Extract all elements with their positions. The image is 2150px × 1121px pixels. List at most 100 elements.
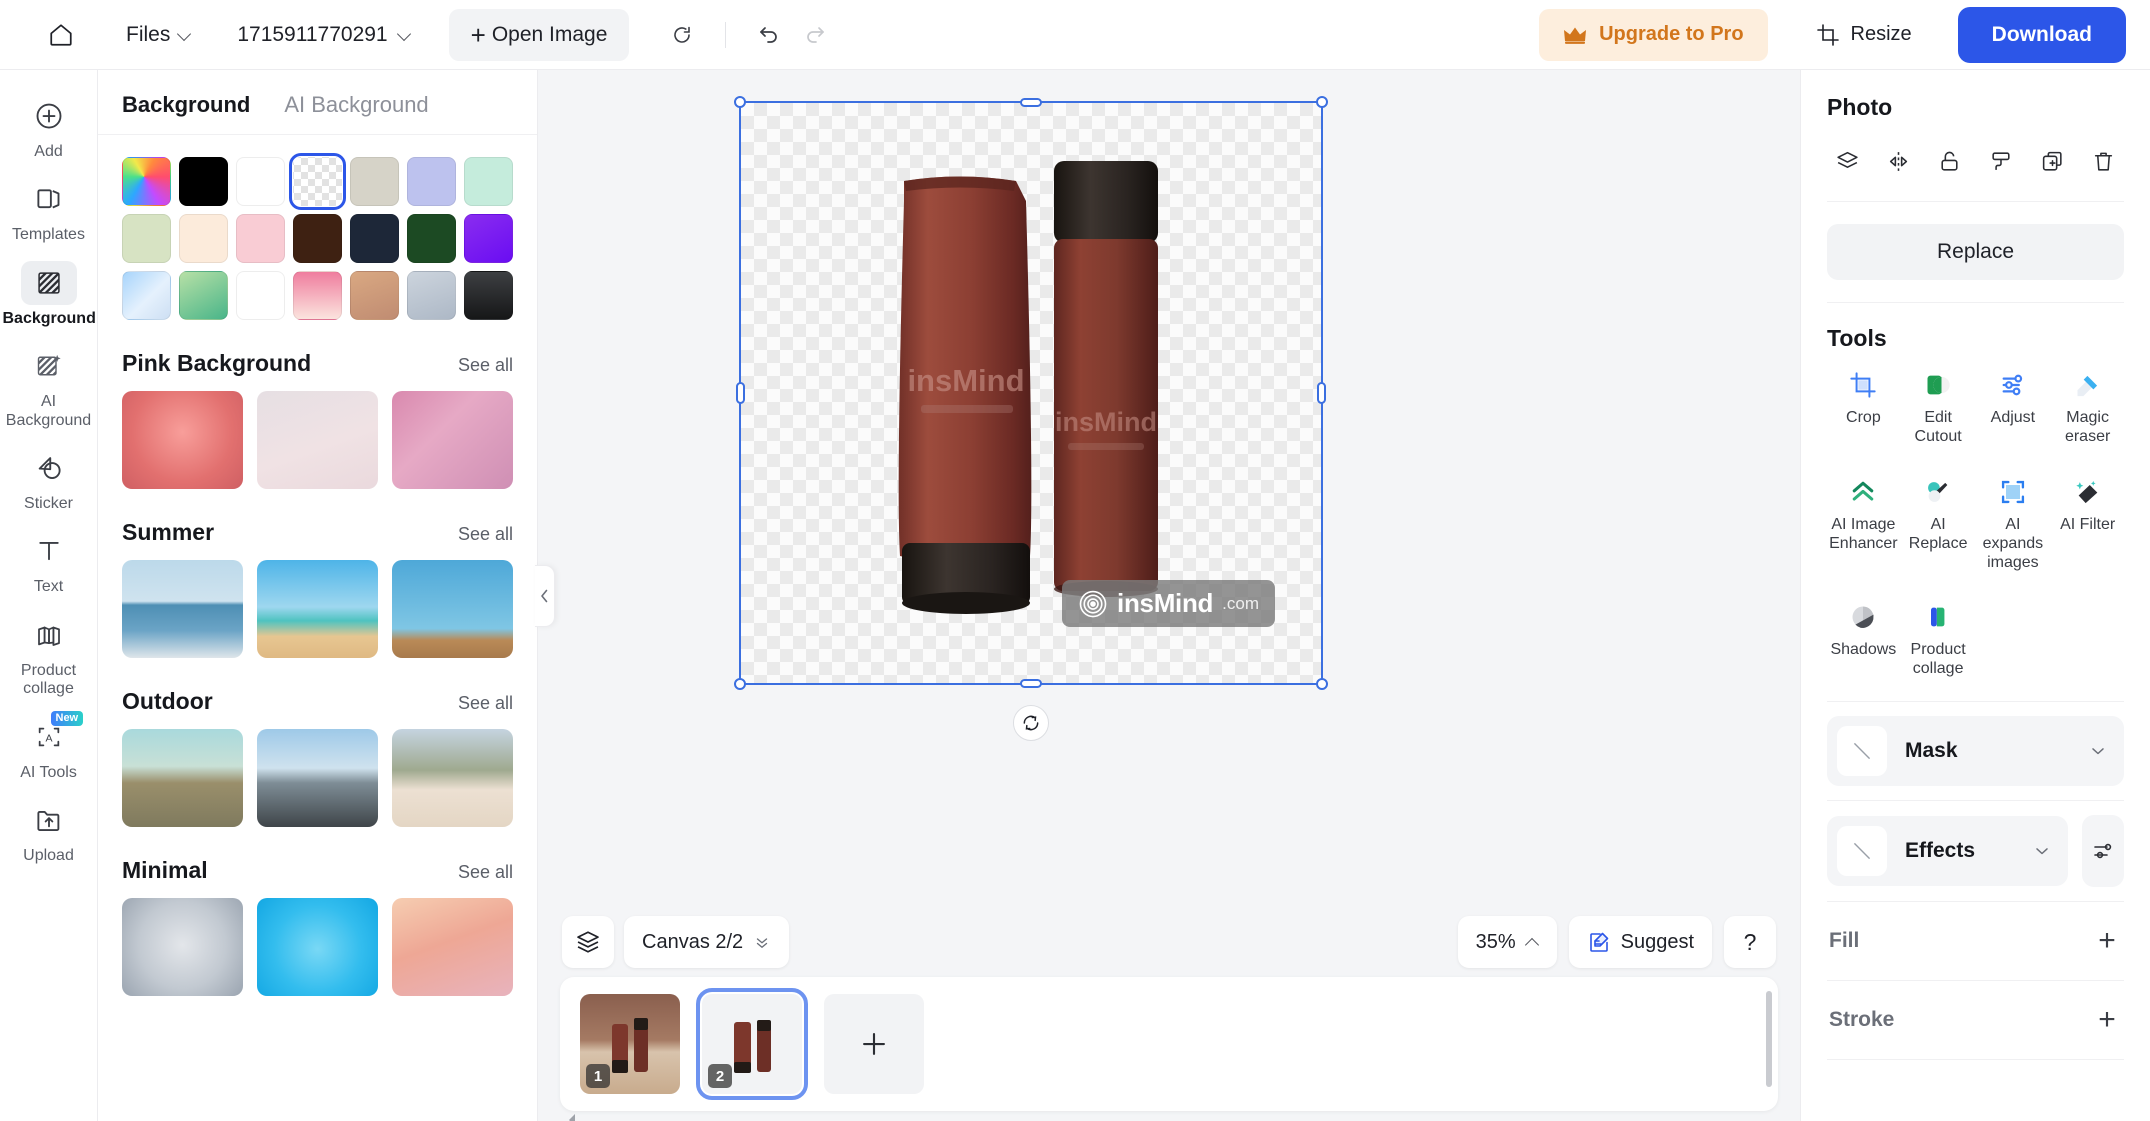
sidebar-item-ai-tools[interactable]: A New AI Tools: [3, 709, 95, 790]
background-thumbnail-mountain-wood-table[interactable]: [392, 729, 513, 827]
page-thumbnail-1[interactable]: 1: [580, 994, 680, 1094]
see-all-link[interactable]: See all: [458, 862, 513, 883]
color-swatch-mint[interactable]: [464, 157, 513, 206]
color-swatch-transparent[interactable]: [289, 153, 346, 210]
refresh-icon[interactable]: [659, 12, 705, 58]
background-thumbnail-cyan-radial[interactable]: [257, 898, 378, 996]
background-thumbnail-pink-flower-wall[interactable]: [257, 391, 378, 489]
tool-edit-cutout[interactable]: Edit Cutout: [1902, 358, 1975, 457]
zoom-control[interactable]: 35%: [1457, 916, 1557, 968]
see-all-link[interactable]: See all: [458, 693, 513, 714]
color-swatch-charcoal-gradient[interactable]: [464, 271, 513, 320]
color-swatch-dark-brown[interactable]: [293, 214, 342, 263]
document-name-menu[interactable]: 1715911770291: [237, 23, 410, 47]
color-swatch-sage[interactable]: [122, 214, 171, 263]
replace-button[interactable]: Replace: [1827, 224, 2124, 280]
duplicate-icon[interactable]: [2035, 143, 2071, 179]
color-swatch-pink[interactable]: [236, 214, 285, 263]
color-swatch-black[interactable]: [179, 157, 228, 206]
tab-background[interactable]: Background: [122, 92, 250, 118]
tool-ai-filter[interactable]: AI Filter: [2051, 465, 2124, 583]
add-stroke-button[interactable]: +: [2092, 1005, 2122, 1035]
tab-ai-background[interactable]: AI Background: [284, 92, 428, 118]
tool-ai-replace[interactable]: AI Replace: [1902, 465, 1975, 583]
suggest-button[interactable]: Suggest: [1568, 916, 1712, 968]
color-swatch-rainbow-gradient[interactable]: [122, 157, 171, 206]
flip-icon[interactable]: [1880, 143, 1916, 179]
background-thumbnail-desert-road[interactable]: [122, 729, 243, 827]
see-all-link[interactable]: See all: [458, 355, 513, 376]
color-swatch-silver-gradient[interactable]: [407, 271, 456, 320]
redo-icon[interactable]: [792, 12, 838, 58]
help-button[interactable]: ?: [1724, 916, 1776, 968]
files-menu[interactable]: Files: [126, 23, 191, 47]
rotate-button[interactable]: [1013, 705, 1049, 741]
background-thumbnail-pink-curtain-window[interactable]: [392, 391, 513, 489]
suggest-label: Suggest: [1620, 930, 1694, 953]
undo-icon[interactable]: [746, 12, 792, 58]
background-thumbnail-peach-radial[interactable]: [392, 898, 513, 996]
sidebar-item-background[interactable]: Background: [3, 255, 96, 336]
open-image-button[interactable]: + Open Image: [448, 8, 630, 61]
color-swatch-beige[interactable]: [350, 157, 399, 206]
color-swatch-green-gradient[interactable]: [179, 271, 228, 320]
color-swatch-violet[interactable]: [464, 214, 513, 263]
layers-icon[interactable]: [1829, 143, 1865, 179]
canvas-selector[interactable]: Canvas 2/2: [624, 916, 790, 968]
sidebar-item-text[interactable]: Text: [3, 523, 95, 604]
background-thumbnail-grey-radial[interactable]: [122, 898, 243, 996]
download-button[interactable]: Download: [1957, 6, 2126, 63]
panel-collapse-button[interactable]: [535, 564, 555, 627]
sidebar-item-sticker[interactable]: Sticker: [3, 440, 95, 521]
background-scroll-area[interactable]: Pink Background See all Summer See all Outdo…: [98, 135, 537, 1121]
delete-icon[interactable]: [2086, 143, 2122, 179]
add-fill-button[interactable]: +: [2092, 926, 2122, 956]
color-swatch-navy[interactable]: [350, 214, 399, 263]
page-thumbnail-2[interactable]: 2: [696, 988, 808, 1100]
resize-button[interactable]: Resize: [1796, 9, 1932, 61]
tool-ai-image-enhancer[interactable]: AI Image Enhancer: [1827, 465, 1900, 583]
background-thumbnail-calm-sea-horizon[interactable]: [122, 560, 243, 658]
artboard[interactable]: insMind insMind insMind .com: [741, 103, 1321, 683]
upgrade-to-pro-button[interactable]: Upgrade to Pro: [1539, 8, 1768, 61]
color-swatch-blue-gradient[interactable]: [122, 271, 171, 320]
tool-ai-expands-images[interactable]: AI expands images: [1977, 465, 2050, 583]
tool-shadows[interactable]: Shadows: [1827, 590, 1900, 689]
unlock-icon[interactable]: [1932, 143, 1968, 179]
background-thumbnail-city-highway[interactable]: [257, 729, 378, 827]
color-swatch-orange-gradient[interactable]: [236, 271, 285, 320]
mask-selector[interactable]: Mask: [1827, 716, 2124, 787]
sidebar-item-upload[interactable]: Upload: [3, 792, 95, 873]
sidebar-item-templates[interactable]: Templates: [3, 171, 95, 252]
tool-product-collage[interactable]: Product collage: [1902, 590, 1975, 689]
tool-magic-eraser[interactable]: Magic eraser: [2051, 358, 2124, 457]
sidebar-item-add[interactable]: Add: [3, 88, 95, 169]
filmstrip-prev-button[interactable]: [564, 1111, 582, 1121]
background-thumbnail-pool-water-deck[interactable]: [392, 560, 513, 658]
tool-adjust[interactable]: Adjust: [1977, 358, 2050, 457]
paint-roller-icon[interactable]: [1983, 143, 2019, 179]
sidebar-item-product-collage[interactable]: Product collage: [3, 607, 95, 707]
color-swatch-periwinkle[interactable]: [407, 157, 456, 206]
sidebar-item-ai-background[interactable]: AI Background: [3, 338, 95, 438]
color-swatch-white[interactable]: [236, 157, 285, 206]
filmstrip-scrollbar[interactable]: [1766, 991, 1772, 1087]
background-thumbnail-neon-heart-podium[interactable]: [122, 391, 243, 489]
product-image[interactable]: insMind insMind: [866, 153, 1196, 633]
color-swatch-tan-gradient[interactable]: [350, 271, 399, 320]
effects-settings-button[interactable]: [2082, 815, 2124, 888]
home-icon[interactable]: [38, 12, 84, 58]
layers-button[interactable]: [562, 916, 614, 968]
effects-selector[interactable]: Effects: [1827, 816, 2068, 887]
background-thumbnail-beach-sand-sky[interactable]: [257, 560, 378, 658]
see-all-link[interactable]: See all: [458, 524, 513, 545]
color-swatch-pink-gradient[interactable]: [293, 271, 342, 320]
add-page-button[interactable]: [824, 994, 924, 1094]
adjust-icon: [1996, 368, 2030, 402]
color-swatch-forest-green[interactable]: [407, 214, 456, 263]
color-swatch-cream[interactable]: [179, 214, 228, 263]
canvas-stage[interactable]: insMind insMind insMind .com: [538, 70, 1800, 907]
tool-crop[interactable]: Crop: [1827, 358, 1900, 457]
chevron-left-icon: [569, 1114, 575, 1121]
insmind-editor-window: Files 1715911770291 + Open Image Upgrade…: [0, 0, 2150, 1121]
